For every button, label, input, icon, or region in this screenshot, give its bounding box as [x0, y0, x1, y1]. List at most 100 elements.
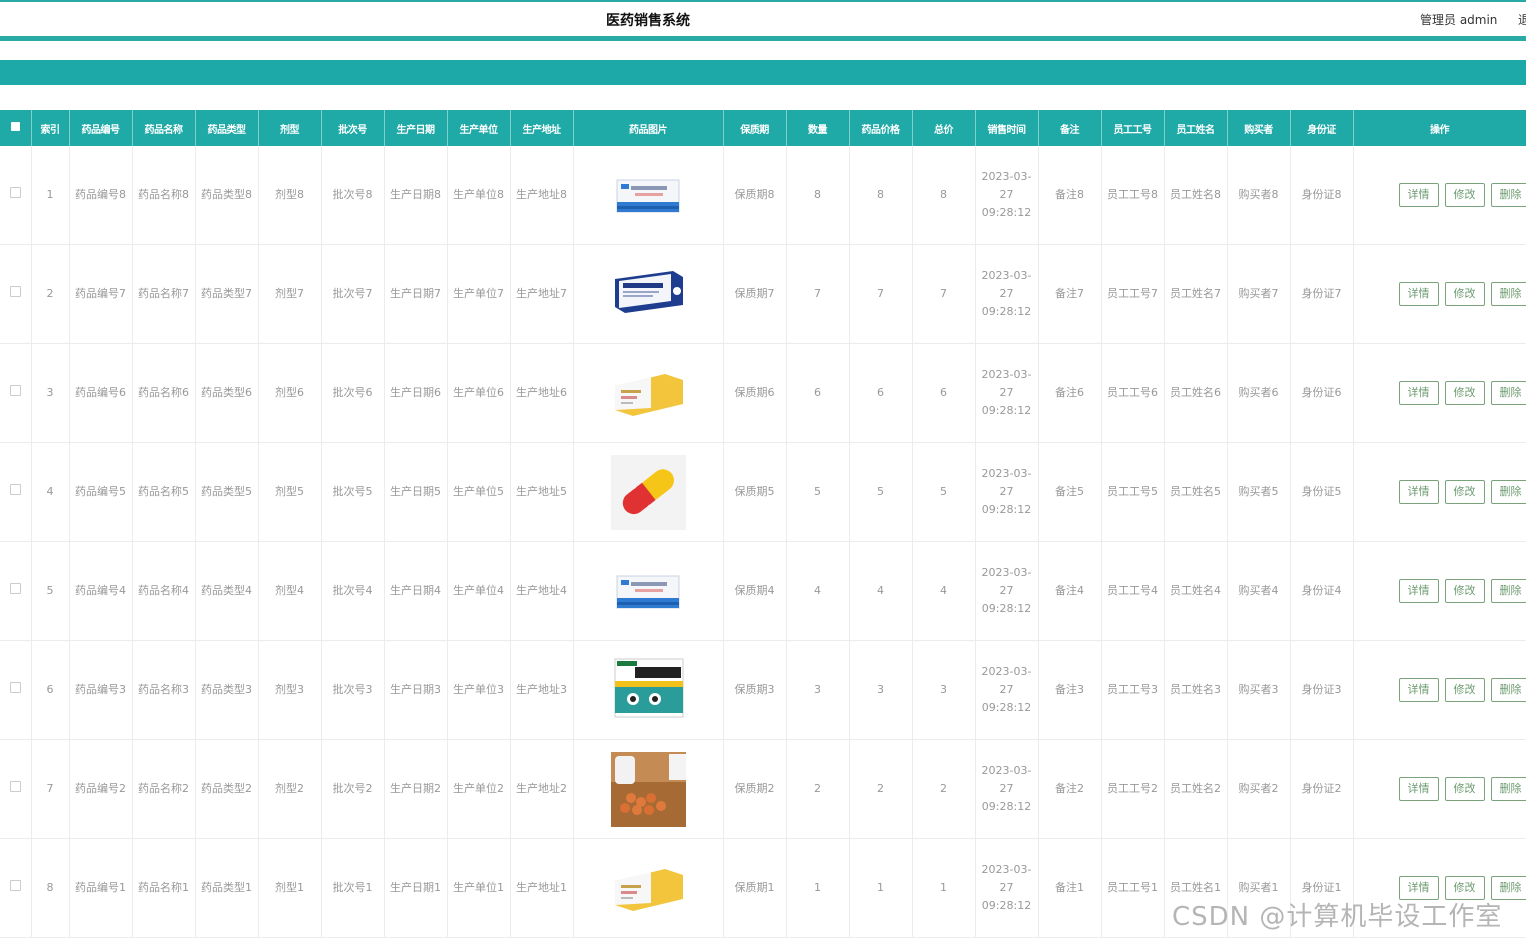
cell-prod-date: 生产日期4 — [384, 541, 448, 641]
select-all-checkbox[interactable] — [0, 110, 32, 146]
cell-emp-no: 员工工号4 — [1101, 541, 1165, 641]
logout-link[interactable]: 退 — [1518, 11, 1526, 28]
cell-code: 药品编号3 — [69, 640, 133, 740]
cell-code: 药品编号8 — [69, 146, 133, 245]
cell-prod-date: 生产日期5 — [384, 442, 448, 542]
col-header: 员工工号 — [1101, 110, 1165, 146]
detail-button[interactable]: 详情 — [1398, 480, 1439, 504]
cell-emp-no: 员工工号6 — [1101, 343, 1165, 443]
row-checkbox[interactable] — [0, 541, 32, 641]
edit-button[interactable]: 修改 — [1444, 777, 1485, 801]
delete-button[interactable]: 删除 — [1490, 579, 1525, 603]
col-header: 药品编号 — [69, 110, 133, 146]
edit-button[interactable]: 修改 — [1444, 480, 1485, 504]
cell-name: 药品名称1 — [132, 838, 196, 938]
cell-qty: 7 — [786, 244, 850, 344]
cell-qty: 5 — [786, 442, 850, 542]
cell-batch: 批次号5 — [321, 442, 385, 542]
delete-button[interactable]: 删除 — [1490, 183, 1525, 207]
cell-buyer: 购买者2 — [1227, 739, 1291, 839]
edit-button[interactable]: 修改 — [1444, 579, 1485, 603]
row-checkbox[interactable] — [0, 640, 32, 740]
cell-total: 6 — [912, 343, 976, 443]
cell-index: 4 — [31, 442, 70, 542]
delete-button[interactable]: 删除 — [1490, 777, 1525, 801]
cell-qty: 8 — [786, 146, 850, 245]
col-header: 药品类型 — [195, 110, 259, 146]
cell-prod-unit: 生产单位1 — [447, 838, 511, 938]
cell-note: 备注1 — [1038, 838, 1102, 938]
delete-button[interactable]: 删除 — [1490, 480, 1525, 504]
detail-button[interactable]: 详情 — [1398, 579, 1439, 603]
cough-medicine-box-icon — [573, 640, 724, 740]
cell-name: 药品名称4 — [132, 541, 196, 641]
cell-shelf: 保质期6 — [723, 343, 787, 443]
detail-button[interactable]: 详情 — [1398, 282, 1439, 306]
edit-button[interactable]: 修改 — [1444, 282, 1485, 306]
row-checkbox[interactable] — [0, 244, 32, 344]
col-header: 药品名称 — [132, 110, 196, 146]
cell-form: 剂型3 — [258, 640, 322, 740]
detail-button[interactable]: 详情 — [1398, 777, 1439, 801]
cell-index: 6 — [31, 640, 70, 740]
cell-emp-name: 员工姓名3 — [1164, 640, 1228, 740]
cell-time: 2023-03-27 09:28:12 — [975, 343, 1039, 443]
cell-note: 备注8 — [1038, 146, 1102, 245]
cell-emp-no: 员工工号5 — [1101, 442, 1165, 542]
detail-button[interactable]: 详情 — [1398, 678, 1439, 702]
row-checkbox[interactable] — [0, 739, 32, 839]
table-header-row: 索引 药品编号 药品名称 药品类型 剂型 批次号 生产日期 生产单位 生产地址 … — [0, 110, 1526, 146]
cell-emp-name: 员工姓名8 — [1164, 146, 1228, 245]
pills-bottle-icon — [573, 739, 724, 839]
cell-total: 5 — [912, 442, 976, 542]
col-header: 员工姓名 — [1164, 110, 1228, 146]
row-checkbox[interactable] — [0, 146, 32, 245]
row-checkbox[interactable] — [0, 442, 32, 542]
detail-button[interactable]: 详情 — [1398, 381, 1439, 405]
cell-prod-addr: 生产地址7 — [510, 244, 574, 344]
cell-prod-date: 生产日期6 — [384, 343, 448, 443]
edit-button[interactable]: 修改 — [1444, 678, 1485, 702]
cell-total: 1 — [912, 838, 976, 938]
cell-batch: 批次号3 — [321, 640, 385, 740]
col-header: 药品图片 — [573, 110, 724, 146]
cell-emp-name: 员工姓名6 — [1164, 343, 1228, 443]
user-label[interactable]: 管理员 admin — [1420, 11, 1497, 28]
cell-type: 药品类型6 — [195, 343, 259, 443]
cell-id-card: 身份证2 — [1290, 739, 1354, 839]
delete-button[interactable]: 删除 — [1490, 678, 1525, 702]
detail-button[interactable]: 详情 — [1398, 183, 1439, 207]
medicine-box-yellow-icon — [573, 838, 724, 938]
row-checkbox[interactable] — [0, 838, 32, 938]
cell-prod-addr: 生产地址1 — [510, 838, 574, 938]
cell-buyer: 购买者6 — [1227, 343, 1291, 443]
cell-prod-unit: 生产单位4 — [447, 541, 511, 641]
col-header: 药品价格 — [849, 110, 913, 146]
cell-shelf: 保质期4 — [723, 541, 787, 641]
cell-prod-addr: 生产地址6 — [510, 343, 574, 443]
cell-time: 2023-03-27 09:28:12 — [975, 442, 1039, 542]
edit-button[interactable]: 修改 — [1444, 183, 1485, 207]
cell-form: 剂型6 — [258, 343, 322, 443]
cell-code: 药品编号2 — [69, 739, 133, 839]
cell-name: 药品名称5 — [132, 442, 196, 542]
row-actions: 详情 修改 删除 — [1353, 146, 1526, 245]
cell-buyer: 购买者4 — [1227, 541, 1291, 641]
cell-type: 药品类型7 — [195, 244, 259, 344]
cell-batch: 批次号2 — [321, 739, 385, 839]
table-row: 3 药品编号6 药品名称6 药品类型6 剂型6 批次号6 生产日期6 生产单位6 生产地址6 保质… — [0, 343, 1526, 443]
cell-price: 2 — [849, 739, 913, 839]
cell-prod-date: 生产日期1 — [384, 838, 448, 938]
cell-time: 2023-03-27 09:28:12 — [975, 640, 1039, 740]
cell-form: 剂型2 — [258, 739, 322, 839]
col-header: 生产日期 — [384, 110, 448, 146]
cell-id-card: 身份证8 — [1290, 146, 1354, 245]
delete-button[interactable]: 删除 — [1490, 282, 1525, 306]
cell-note: 备注5 — [1038, 442, 1102, 542]
edit-button[interactable]: 修改 — [1444, 381, 1485, 405]
row-checkbox[interactable] — [0, 343, 32, 443]
cell-time: 2023-03-27 09:28:12 — [975, 146, 1039, 245]
cell-qty: 1 — [786, 838, 850, 938]
col-header: 批次号 — [321, 110, 385, 146]
delete-button[interactable]: 删除 — [1490, 381, 1525, 405]
